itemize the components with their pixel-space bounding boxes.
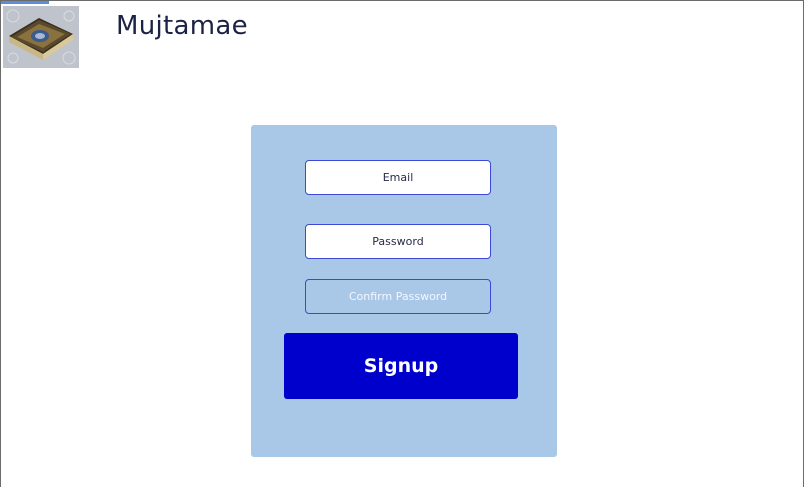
window-accent-bar xyxy=(1,1,49,4)
email-field[interactable]: Email xyxy=(305,160,491,195)
book-icon xyxy=(3,6,79,68)
password-field[interactable]: Password xyxy=(305,224,491,259)
app-title: Mujtamae xyxy=(116,11,248,41)
app-window: Mujtamae Email Password Confirm Password… xyxy=(0,0,804,487)
confirm-password-field[interactable]: Confirm Password xyxy=(305,279,491,314)
signup-card: Email Password Confirm Password Signup xyxy=(251,125,557,457)
signup-button[interactable]: Signup xyxy=(284,333,518,399)
